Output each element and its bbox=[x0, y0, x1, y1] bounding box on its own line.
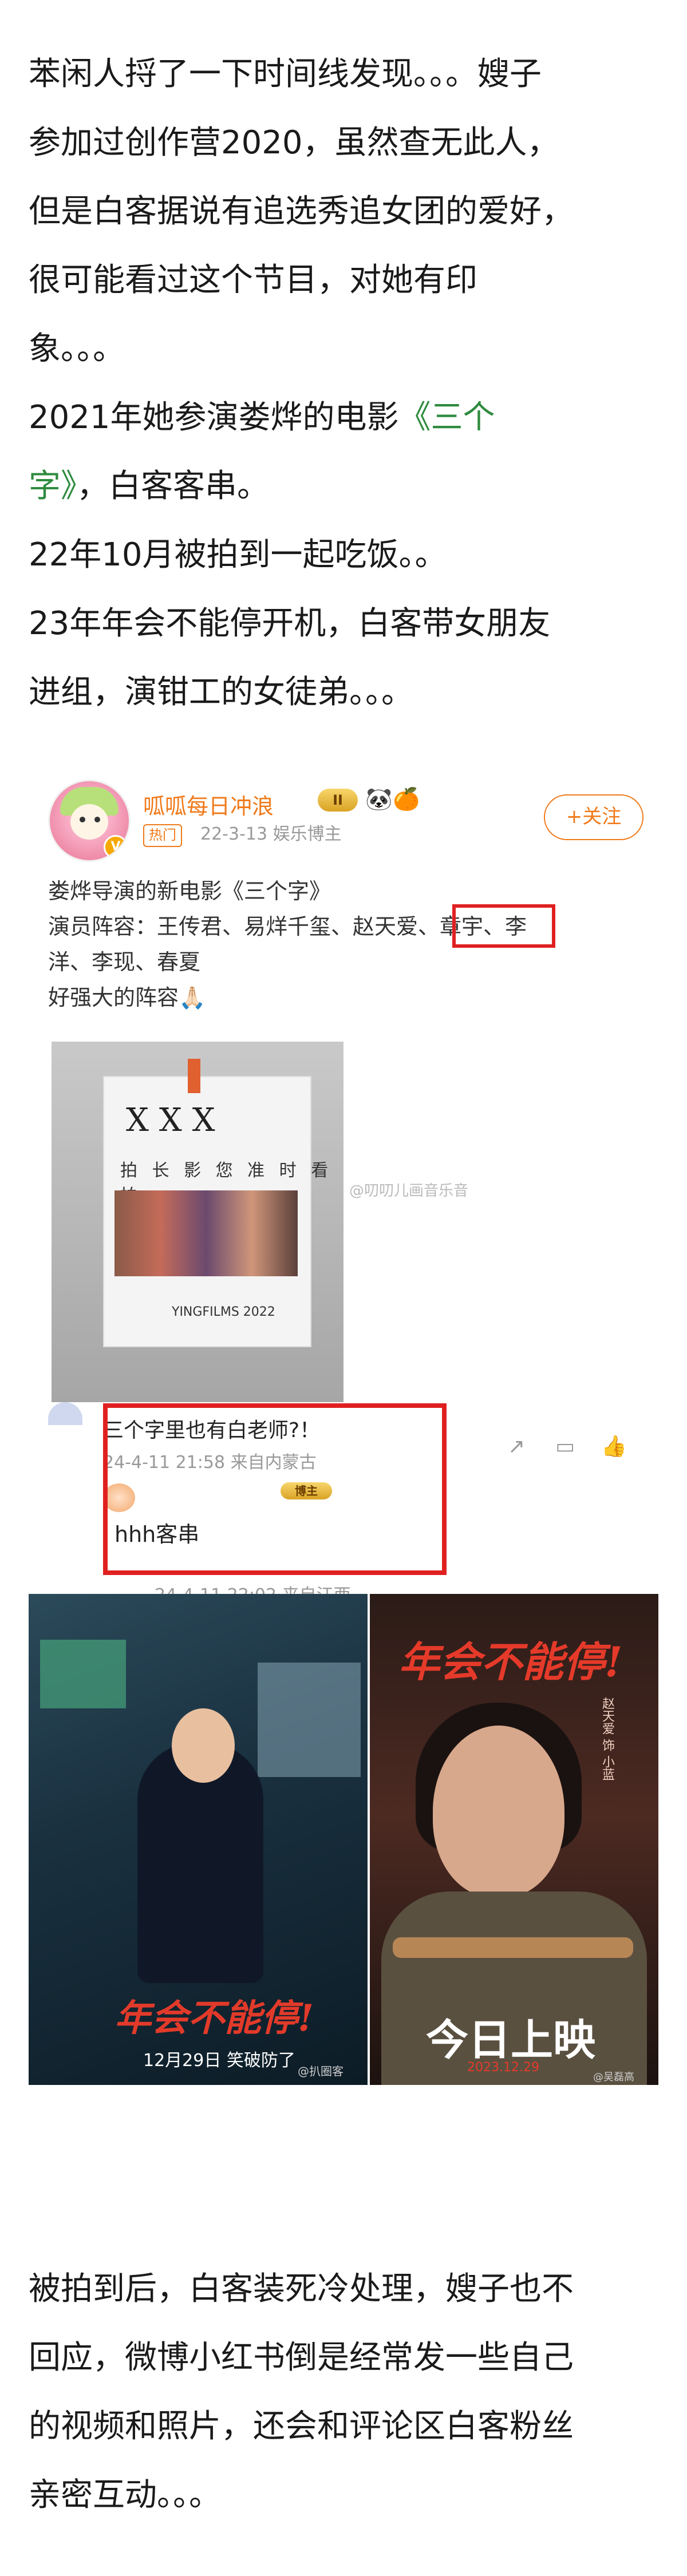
intro-line-5: 象。。。 bbox=[29, 330, 125, 367]
poster-right-hammer bbox=[393, 1937, 633, 1958]
photo-logo: YINGFILMS 2022 bbox=[172, 1305, 275, 1319]
intro-line-10: 进组，演钳工的女徒弟。。。 bbox=[29, 674, 413, 711]
like-icon[interactable]: 👍 bbox=[601, 1435, 627, 1458]
poster-left[interactable]: 年会不能停! 12月29日 笑破防了 @扒圈客 bbox=[29, 1594, 368, 2085]
poster-right-watermark: @吴磊高 bbox=[593, 2071, 634, 2083]
movie-link-cont[interactable]: 字》 bbox=[29, 468, 77, 505]
outro-paragraph: 被拍到后，白客装死冷处理，嫂子也不 回应，微博小红书倒是经常发一些自己 的视频和… bbox=[29, 2255, 664, 2530]
poster-right[interactable]: 年会不能停! 赵天爱 饰 小蓝 今日上映 2023.12.29 @吴磊高 bbox=[370, 1594, 658, 2085]
commenter-avatar[interactable] bbox=[48, 1402, 82, 1425]
hot-tag: 热门 bbox=[143, 824, 182, 847]
photo-clip bbox=[188, 1059, 200, 1093]
intro-line-8: 22年10月被拍到一起吃饭。。 bbox=[29, 536, 447, 573]
highlight-box bbox=[452, 904, 555, 948]
poster-right-date: 2023.12.29 bbox=[467, 2060, 539, 2075]
photo-cast-image bbox=[114, 1190, 298, 1276]
poster-left-title: 年会不能停! bbox=[114, 1997, 314, 2040]
poster-right-name: 赵天爱 饰 小蓝 bbox=[600, 1697, 614, 1780]
intro-line-7-text: ，白客客串。 bbox=[77, 468, 269, 505]
poster-right-face bbox=[433, 1726, 564, 1897]
post-line-4: 好强大的阵容🙏🏻 bbox=[48, 985, 206, 1010]
post-meta: 22-3-13 娱乐博主 bbox=[200, 824, 342, 844]
post-line-3: 洋、李现、春夏 bbox=[48, 949, 201, 975]
comment-icon[interactable]: ▭ bbox=[552, 1435, 578, 1458]
vip-badge: II bbox=[318, 789, 358, 812]
orange-emoji-icon: 🍊 bbox=[393, 786, 420, 812]
post-photo[interactable]: XXX 拍 长 影 您 准 时 看 拍 YINGFILMS 2022 bbox=[52, 1042, 344, 1402]
poster-left-date: 12月29日 笑破防了 bbox=[143, 2051, 295, 2071]
poster-right-release: 今日上映 bbox=[426, 2016, 595, 2065]
poster-left-watermark: @扒圈客 bbox=[298, 2064, 344, 2078]
poster-left-sign bbox=[40, 1640, 126, 1708]
post-line-1: 娄烨导演的新电影《三个字》 bbox=[48, 879, 331, 904]
intro-line-9: 23年年会不能停开机，白客带女朋友 bbox=[29, 605, 551, 642]
poster-right-title: 年会不能停! bbox=[398, 1637, 623, 1686]
weibo-post-card: V 呱呱每日冲浪 II 🐼 🍊 热门 22-3-13 娱乐博主 +关注 娄烨导演… bbox=[29, 761, 658, 1605]
intro-line-6: 2021年她参演娄烨的电影《三个 bbox=[29, 383, 664, 452]
avatar-eye bbox=[94, 817, 100, 822]
username[interactable]: 呱呱每日冲浪 bbox=[143, 789, 274, 820]
avatar-face bbox=[70, 804, 108, 840]
outro-line-1: 被拍到后，白客装死冷处理，嫂子也不 bbox=[29, 2270, 574, 2308]
movie-link[interactable]: 《三个 bbox=[399, 399, 495, 436]
outro-line-4: 亲密互动。。。 bbox=[29, 2476, 221, 2514]
intro-line-2: 参加过创作营2020，虽然查无此人， bbox=[29, 124, 559, 161]
outro-line-2: 回应，微博小红书倒是经常发一些自己 bbox=[29, 2339, 574, 2376]
share-icon[interactable]: ↗ bbox=[504, 1435, 529, 1458]
intro-line-1: 苯闲人捋了一下时间线发现。。。嫂子 bbox=[29, 56, 542, 93]
panda-emoji-icon: 🐼 bbox=[365, 786, 393, 812]
intro-paragraph: 苯闲人捋了一下时间线发现。。。嫂子 参加过创作营2020，虽然查无此人， 但是白… bbox=[29, 40, 664, 727]
intro-line-6-text: 2021年她参演娄烨的电影 bbox=[29, 399, 399, 436]
follow-button[interactable]: +关注 bbox=[544, 794, 643, 840]
intro-line-7: 字》，白客客串。 bbox=[29, 452, 664, 521]
poster-left-window bbox=[258, 1663, 361, 1777]
outro-line-3: 的视频和照片，还会和评论区白客粉丝 bbox=[29, 2408, 574, 2445]
verified-badge-icon: V bbox=[104, 835, 128, 859]
avatar-eye bbox=[80, 817, 85, 822]
photo-title: XXX bbox=[126, 1102, 226, 1139]
image-watermark: @叨叨儿画音乐音 bbox=[349, 1182, 469, 1200]
poster-left-head bbox=[172, 1708, 235, 1783]
intro-line-3: 但是白客据说有追选秀追女团的爱好， bbox=[29, 193, 574, 230]
user-avatar[interactable]: V bbox=[48, 779, 131, 862]
comment-highlight-box bbox=[103, 1403, 447, 1575]
intro-line-4: 很可能看过这个节目，对她有印 bbox=[29, 262, 477, 299]
